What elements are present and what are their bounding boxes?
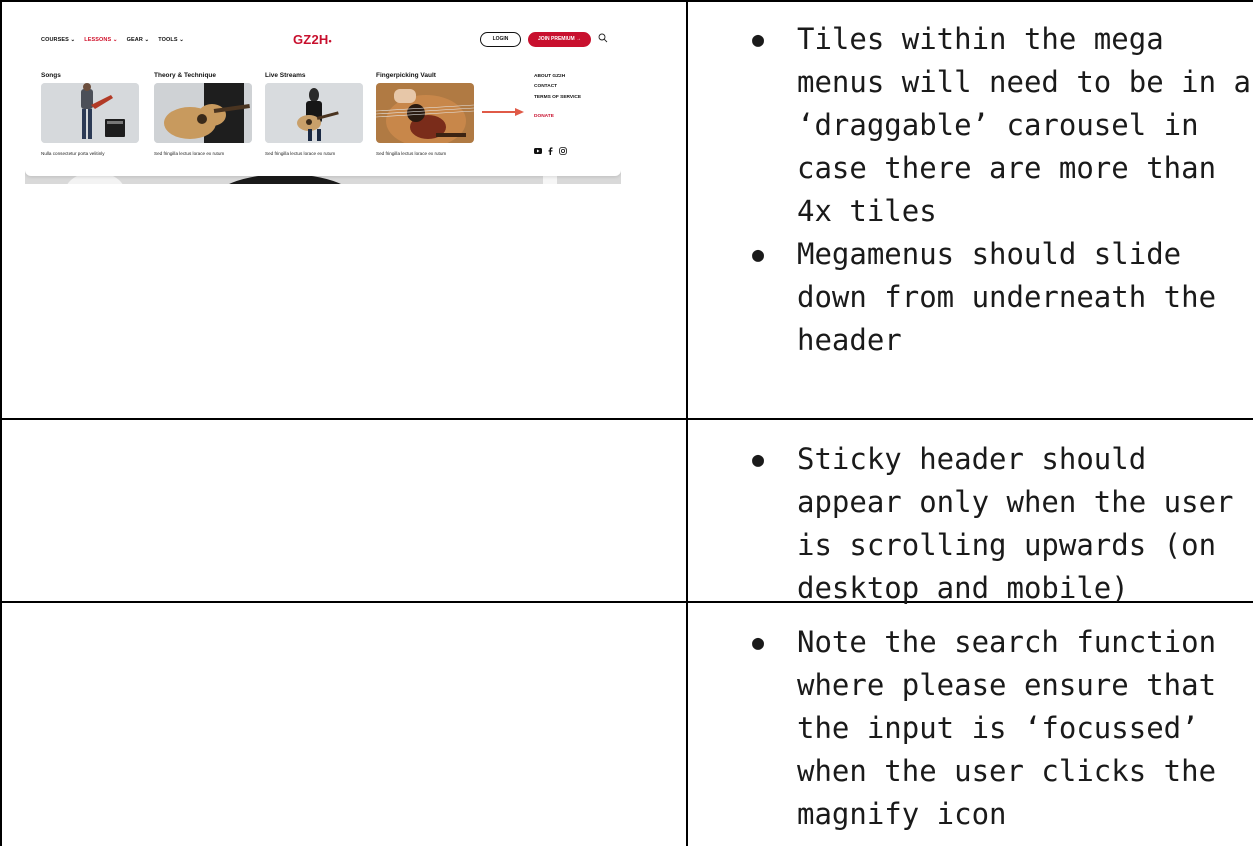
nav-courses[interactable]: COURSES ⌄ bbox=[41, 37, 75, 43]
instagram-icon[interactable] bbox=[559, 147, 567, 155]
table-border-top bbox=[0, 0, 1253, 2]
tile-image-seated-guitarist bbox=[265, 83, 363, 143]
bullet-icon: ● bbox=[752, 447, 765, 471]
chevron-down-icon: ⌄ bbox=[179, 37, 184, 43]
main-nav: COURSES ⌄ LESSONS ⌄ GEAR ⌄ TOOLS ⌄ bbox=[41, 37, 193, 43]
tile-image-guitar-closeup bbox=[376, 83, 474, 143]
table-border-left bbox=[0, 0, 2, 846]
site-logo[interactable]: GZ2H• bbox=[293, 32, 332, 47]
facebook-icon[interactable] bbox=[548, 147, 553, 155]
note-item: ● Tiles within the mega menus will need t… bbox=[700, 18, 1253, 233]
megamenu-screenshot: COURSES ⌄ LESSONS ⌄ GEAR ⌄ TOOLS ⌄ GZ2H•… bbox=[25, 20, 621, 184]
tile-image-acoustic-guitar bbox=[154, 83, 252, 143]
chevron-down-icon: ⌄ bbox=[70, 37, 76, 43]
tile-caption: Sed fringilla lectus lorace ex rutum bbox=[265, 151, 336, 156]
bullet-icon: ● bbox=[752, 242, 765, 266]
chevron-down-icon: ⌄ bbox=[112, 37, 118, 43]
link-donate[interactable]: DONATE bbox=[534, 114, 581, 119]
note-item: ● Megamenus should slide down from undern… bbox=[700, 233, 1253, 362]
youtube-icon[interactable] bbox=[534, 148, 542, 154]
notes-row-2: ● Sticky header should appear only when t… bbox=[700, 438, 1253, 610]
link-terms[interactable]: TERMS OF SERVICE bbox=[534, 95, 581, 100]
megamenu-panel: COURSES ⌄ LESSONS ⌄ GEAR ⌄ TOOLS ⌄ GZ2H•… bbox=[25, 20, 621, 176]
search-icon[interactable] bbox=[598, 33, 608, 43]
chevron-down-icon: ⌄ bbox=[144, 37, 150, 43]
tile-title: Fingerpicking Vault bbox=[376, 72, 436, 79]
megamenu-tile-fingerpicking[interactable]: Fingerpicking Vault Sed fringilla lectus… bbox=[376, 72, 475, 156]
tile-caption: Nulla consectetur porta velitinly bbox=[41, 151, 105, 156]
tile-caption: Sed fringilla lectus lorace ex rutum bbox=[154, 151, 225, 156]
megamenu-side-links: ABOUT GZ2H CONTACT TERMS OF SERVICE DONA… bbox=[534, 74, 581, 124]
nav-tools[interactable]: TOOLS ⌄ bbox=[158, 37, 184, 43]
tile-caption: Sed fringilla lectus lorace ex rutum bbox=[376, 151, 447, 156]
megamenu-tile-live-streams[interactable]: Live Streams Sed fringilla lectus lorace… bbox=[265, 72, 364, 156]
megamenu-tile-theory[interactable]: Theory & Technique Sed fringilla lectus … bbox=[154, 72, 253, 156]
note-item: ● Note the search function where please e… bbox=[700, 621, 1253, 836]
social-links bbox=[534, 147, 567, 155]
annotation-arrow-icon bbox=[482, 108, 524, 116]
notes-row-3: ● Note the search function where please e… bbox=[700, 621, 1253, 836]
link-contact[interactable]: CONTACT bbox=[534, 84, 581, 89]
notes-row-1: ● Tiles within the mega menus will need t… bbox=[700, 18, 1253, 362]
table-row-divider-1 bbox=[0, 418, 1253, 420]
tile-title: Theory & Technique bbox=[154, 72, 216, 79]
nav-gear[interactable]: GEAR ⌄ bbox=[127, 37, 150, 43]
login-button[interactable]: LOGIN bbox=[480, 32, 521, 47]
link-about[interactable]: ABOUT GZ2H bbox=[534, 74, 581, 79]
tile-title: Live Streams bbox=[265, 72, 306, 79]
bullet-icon: ● bbox=[752, 27, 765, 51]
join-premium-button[interactable]: JOIN PREMIUM → bbox=[528, 32, 591, 47]
note-item: ● Sticky header should appear only when t… bbox=[700, 438, 1253, 610]
megamenu-tile-songs[interactable]: Songs Nulla consectetur porta velitinly bbox=[41, 72, 140, 156]
tile-title: Songs bbox=[41, 72, 61, 79]
bullet-icon: ● bbox=[752, 630, 765, 654]
nav-lessons[interactable]: LESSONS ⌄ bbox=[84, 37, 117, 43]
tile-image-guitarist-amp bbox=[41, 83, 139, 143]
table-column-divider bbox=[686, 0, 688, 846]
